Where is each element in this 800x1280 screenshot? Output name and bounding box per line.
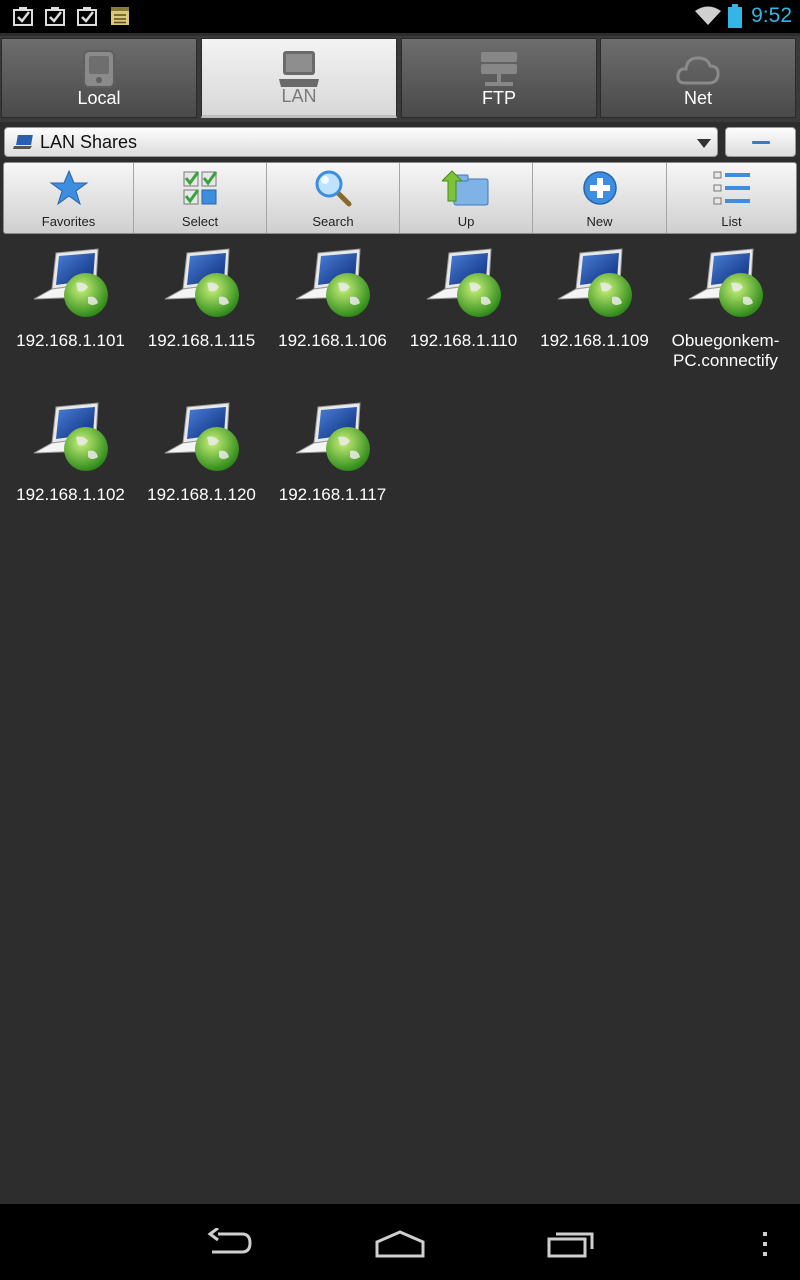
share-item[interactable]: 192.168.1.110 <box>398 245 529 351</box>
wifi-icon <box>695 6 721 25</box>
current-path: LAN Shares <box>40 132 138 152</box>
network-computer-icon <box>33 248 108 317</box>
share-label: 192.168.1.115 <box>147 331 256 350</box>
tool-label: New <box>586 214 613 229</box>
tool-label: Favorites <box>41 214 96 229</box>
sd-card-icon <box>83 50 115 88</box>
favorites-button[interactable]: Favorites <box>4 163 134 233</box>
tab-label: Net <box>683 88 712 108</box>
select-grid-icon <box>183 171 218 205</box>
search-button[interactable]: Search <box>267 163 400 233</box>
network-computer-icon <box>295 248 370 317</box>
star-icon <box>48 169 89 206</box>
tool-label: List <box>721 214 742 229</box>
share-label: 192.168.1.109 <box>540 331 649 350</box>
tab-label: LAN <box>281 86 317 106</box>
battery-icon <box>728 4 742 28</box>
task-check-icon <box>13 7 33 26</box>
select-button[interactable]: Select <box>134 163 267 233</box>
share-label: 192.168.1.110 <box>409 331 518 350</box>
tab-label: Local <box>77 88 121 108</box>
tab-net[interactable]: Net <box>600 38 796 118</box>
tool-label: Up <box>457 214 475 229</box>
plus-icon <box>582 171 617 205</box>
collapse-button[interactable] <box>725 127 796 157</box>
laptop-icon <box>13 135 33 149</box>
notepad-icon <box>111 7 129 25</box>
share-item[interactable]: 192.168.1.120 <box>136 399 267 505</box>
new-button[interactable]: New <box>533 163 667 233</box>
share-label: 192.168.1.102 <box>16 485 125 504</box>
network-computer-icon <box>295 402 370 471</box>
server-icon <box>481 52 517 86</box>
toolbar: Favorites Select Search Up New List <box>3 162 797 234</box>
share-label: 192.168.1.106 <box>278 331 387 350</box>
path-dropdown[interactable]: LAN Shares <box>4 127 718 157</box>
share-item[interactable]: 192.168.1.117 <box>267 399 398 505</box>
tab-lan[interactable]: LAN <box>201 38 397 118</box>
back-icon[interactable] <box>206 1228 254 1258</box>
navigation-bar <box>0 1204 800 1280</box>
list-view-icon <box>713 171 750 205</box>
share-item[interactable]: 192.168.1.115 <box>136 245 267 351</box>
minus-icon <box>752 141 770 144</box>
tab-local[interactable]: Local <box>1 38 197 118</box>
share-item[interactable]: 192.168.1.102 <box>5 399 136 505</box>
chevron-down-icon <box>697 139 711 148</box>
network-computer-icon <box>33 402 108 471</box>
location-tabs: Local LAN FTP Net <box>0 36 800 122</box>
folder-up-icon <box>442 170 489 206</box>
status-bar: 9:52 <box>0 0 800 33</box>
tab-label: FTP <box>482 88 516 108</box>
up-button[interactable]: Up <box>400 163 533 233</box>
tool-label: Select <box>181 214 219 229</box>
task-check-icon <box>45 7 65 26</box>
magnifier-icon <box>315 170 352 207</box>
network-computer-icon <box>688 248 763 317</box>
tool-label: Search <box>312 214 354 229</box>
home-icon[interactable] <box>374 1230 426 1258</box>
share-item[interactable]: 192.168.1.101 <box>5 245 136 351</box>
clock: 9:52 <box>751 4 792 27</box>
cloud-icon <box>676 56 720 85</box>
network-computer-icon <box>426 248 501 317</box>
laptop-icon <box>279 51 319 87</box>
tab-ftp[interactable]: FTP <box>401 38 597 118</box>
share-label: 192.168.1.120 <box>147 485 256 504</box>
overflow-menu-icon[interactable] <box>760 1230 770 1258</box>
share-label: 192.168.1.101 <box>16 331 125 350</box>
share-label: Obuegonkem-PC.connectify <box>671 331 780 370</box>
network-computer-icon <box>164 402 239 471</box>
share-item[interactable]: Obuegonkem-PC.connectify <box>660 245 791 371</box>
task-check-icon <box>77 7 97 26</box>
list-view-button[interactable]: List <box>667 163 796 233</box>
network-computer-icon <box>557 248 632 317</box>
share-item[interactable]: 192.168.1.109 <box>529 245 660 351</box>
share-label: 192.168.1.117 <box>278 485 387 504</box>
network-computer-icon <box>164 248 239 317</box>
recents-icon[interactable] <box>546 1230 596 1258</box>
share-item[interactable]: 192.168.1.106 <box>267 245 398 351</box>
